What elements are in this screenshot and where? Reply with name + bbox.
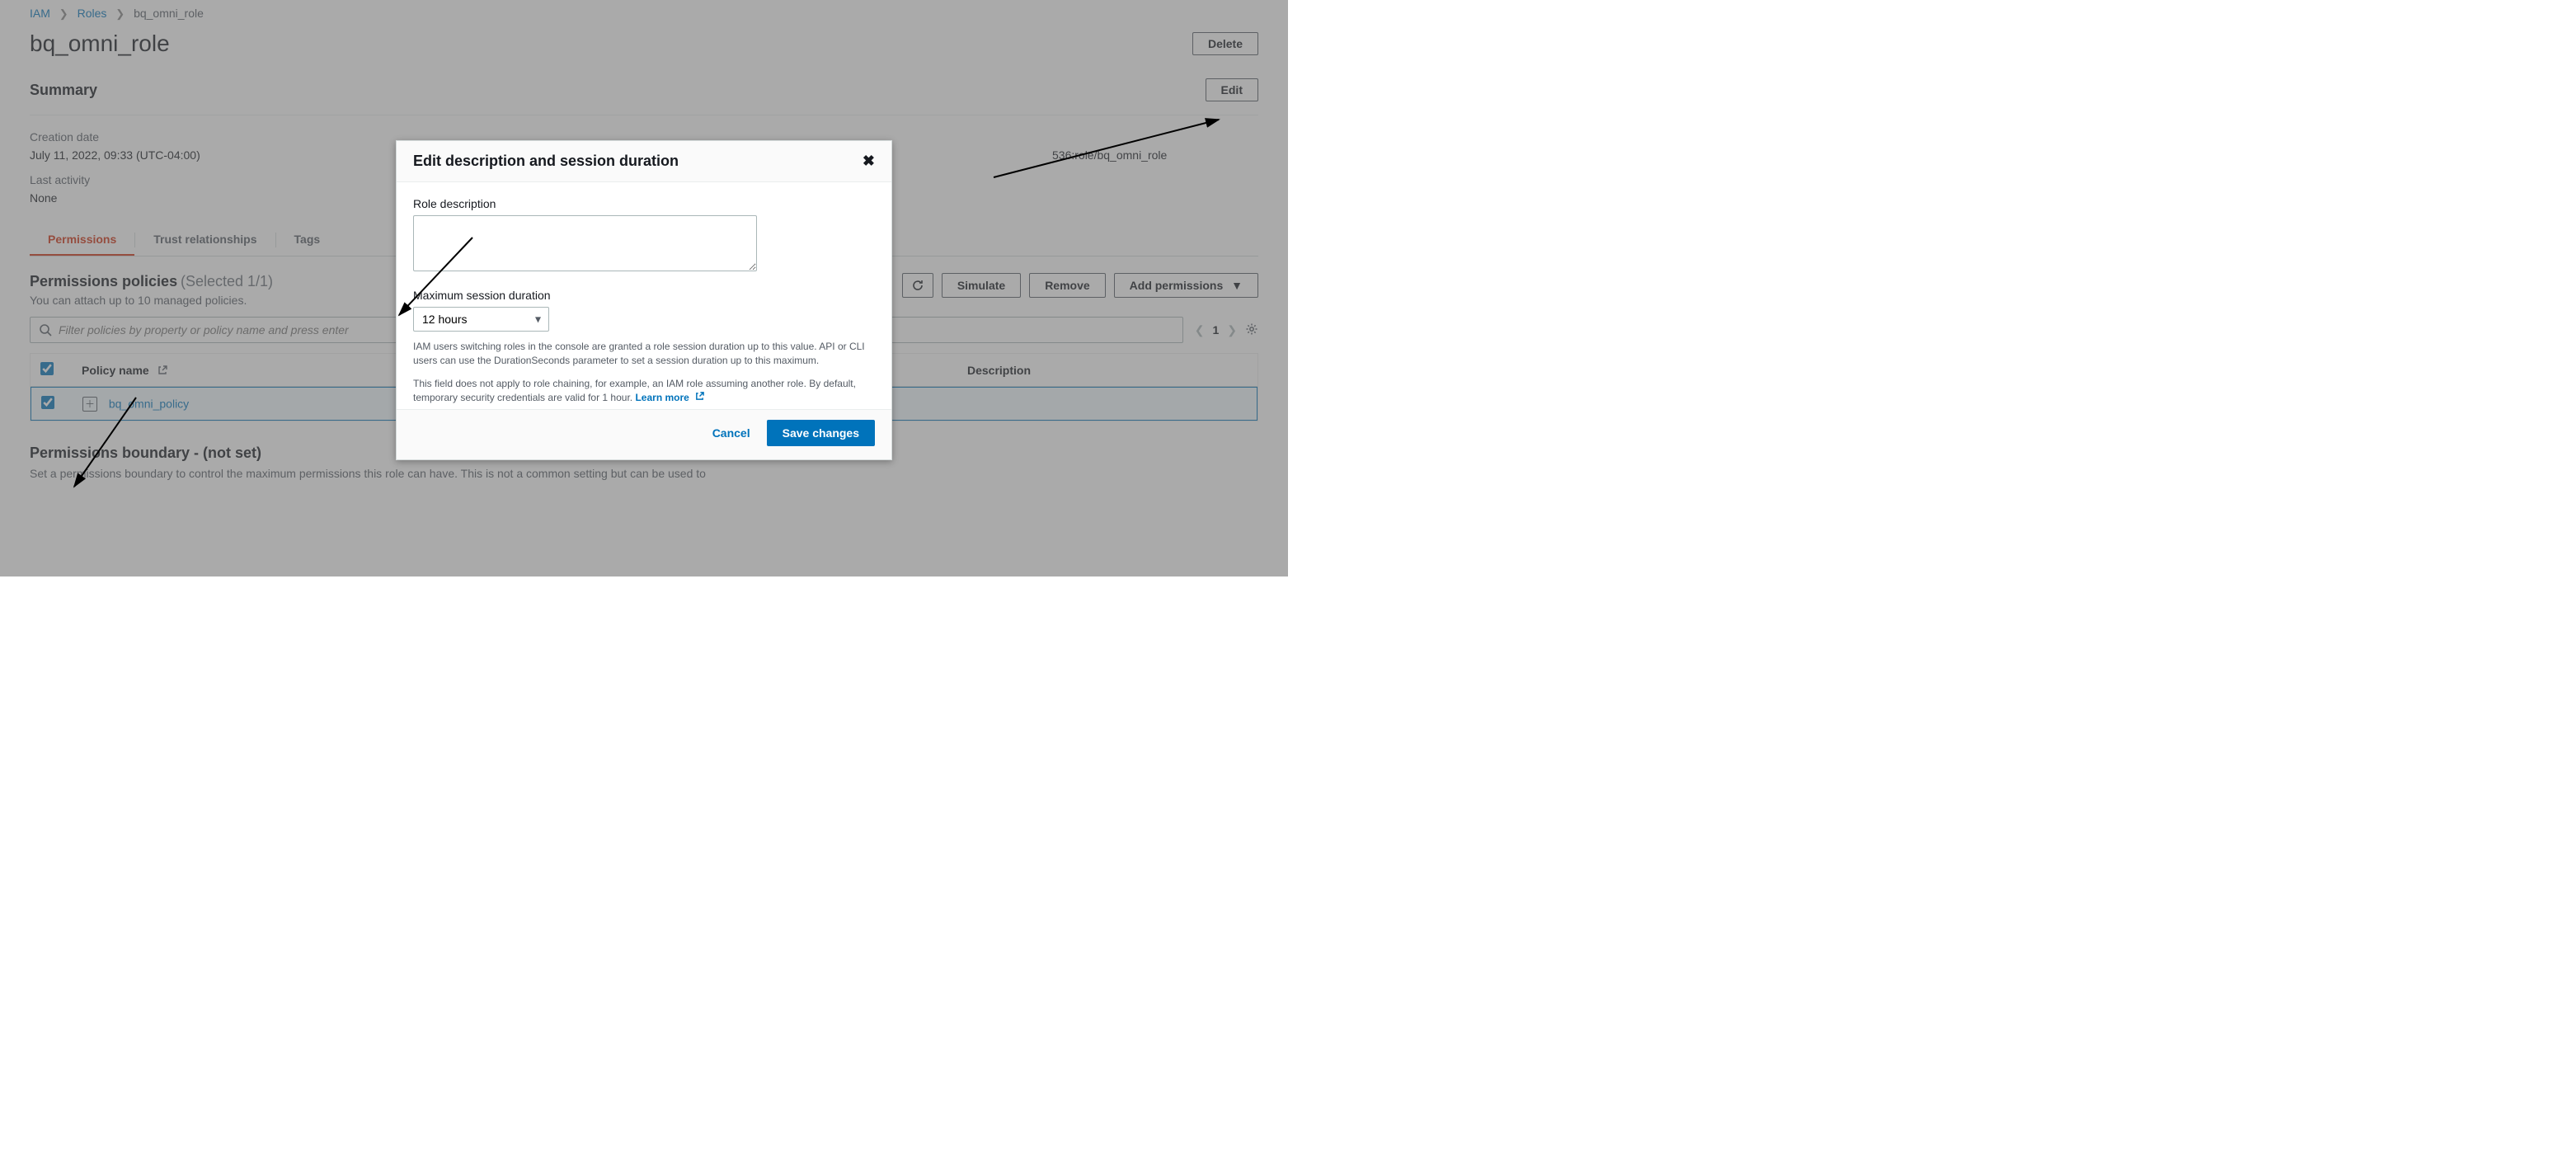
row-checkbox[interactable] [41, 396, 54, 409]
refresh-button[interactable] [902, 273, 933, 298]
chevron-right-icon: ❯ [54, 7, 74, 20]
prev-page[interactable]: ❮ [1195, 323, 1205, 337]
last-activity-value: None [30, 191, 277, 205]
external-link-icon [695, 392, 704, 401]
arn-value: 536:role/bq_omni_role [1052, 148, 1300, 162]
creation-date-value: July 11, 2022, 09:33 (UTC-04:00) [30, 148, 277, 162]
cancel-button[interactable]: Cancel [709, 420, 754, 446]
tab-permissions[interactable]: Permissions [30, 224, 134, 256]
breadcrumb-roles[interactable]: Roles [78, 7, 107, 20]
max-session-duration-select[interactable]: 12 hours [413, 307, 549, 332]
policies-subtitle: You can attach up to 10 managed policies… [30, 294, 273, 307]
col-description[interactable]: Description [967, 364, 1248, 377]
policy-link[interactable]: bq_omni_policy [109, 397, 189, 410]
breadcrumb-current: bq_omni_role [134, 7, 204, 20]
role-description-label: Role description [413, 197, 875, 210]
boundary-subtitle: Set a permissions boundary to control th… [30, 467, 1258, 480]
refresh-icon [911, 279, 924, 292]
max-session-duration-label: Maximum session duration [413, 289, 875, 302]
page-number: 1 [1212, 323, 1219, 336]
pagination: ❮ 1 ❯ [1195, 322, 1258, 338]
close-icon: ✖ [863, 153, 875, 169]
learn-more-link[interactable]: Learn more [635, 392, 704, 403]
simulate-button[interactable]: Simulate [942, 273, 1021, 298]
creation-date-label: Creation date [30, 130, 277, 144]
learn-more-label: Learn more [635, 392, 689, 403]
tab-tags[interactable]: Tags [276, 224, 339, 256]
expand-icon[interactable]: ＋ [82, 397, 97, 412]
policies-title: Permissions policies [30, 273, 177, 289]
add-permissions-label: Add permissions [1130, 279, 1224, 292]
help-text-2: This field does not apply to role chaini… [413, 377, 875, 406]
edit-modal: Edit description and session duration ✖ … [396, 140, 892, 460]
search-icon [39, 323, 52, 336]
breadcrumb: IAM ❯ Roles ❯ bq_omni_role [0, 0, 1288, 21]
breadcrumb-iam[interactable]: IAM [30, 7, 50, 20]
add-permissions-button[interactable]: Add permissions ▼ [1114, 273, 1258, 298]
chevron-right-icon: ❯ [110, 7, 130, 20]
settings-button[interactable] [1245, 322, 1258, 338]
modal-title: Edit description and session duration [413, 153, 679, 170]
remove-button[interactable]: Remove [1029, 273, 1105, 298]
tab-trust-relationships[interactable]: Trust relationships [135, 224, 275, 256]
page-title: bq_omni_role [30, 31, 170, 57]
role-description-input[interactable] [413, 215, 757, 271]
select-all-checkbox[interactable] [40, 362, 54, 375]
summary-heading: Summary [30, 82, 97, 99]
modal-close-button[interactable]: ✖ [863, 153, 875, 170]
edit-button[interactable]: Edit [1206, 78, 1258, 101]
caret-down-icon: ▼ [1231, 279, 1243, 292]
policies-count: (Selected 1/1) [181, 273, 273, 289]
help-text-1: IAM users switching roles in the console… [413, 340, 875, 369]
delete-button[interactable]: Delete [1192, 32, 1258, 55]
save-changes-button[interactable]: Save changes [767, 420, 875, 446]
gear-icon [1245, 322, 1258, 336]
external-link-icon [157, 365, 167, 375]
last-activity-label: Last activity [30, 173, 277, 186]
arn-label [1052, 130, 1300, 144]
col-policy-name-label: Policy name [82, 364, 149, 377]
next-page[interactable]: ❯ [1227, 323, 1237, 337]
